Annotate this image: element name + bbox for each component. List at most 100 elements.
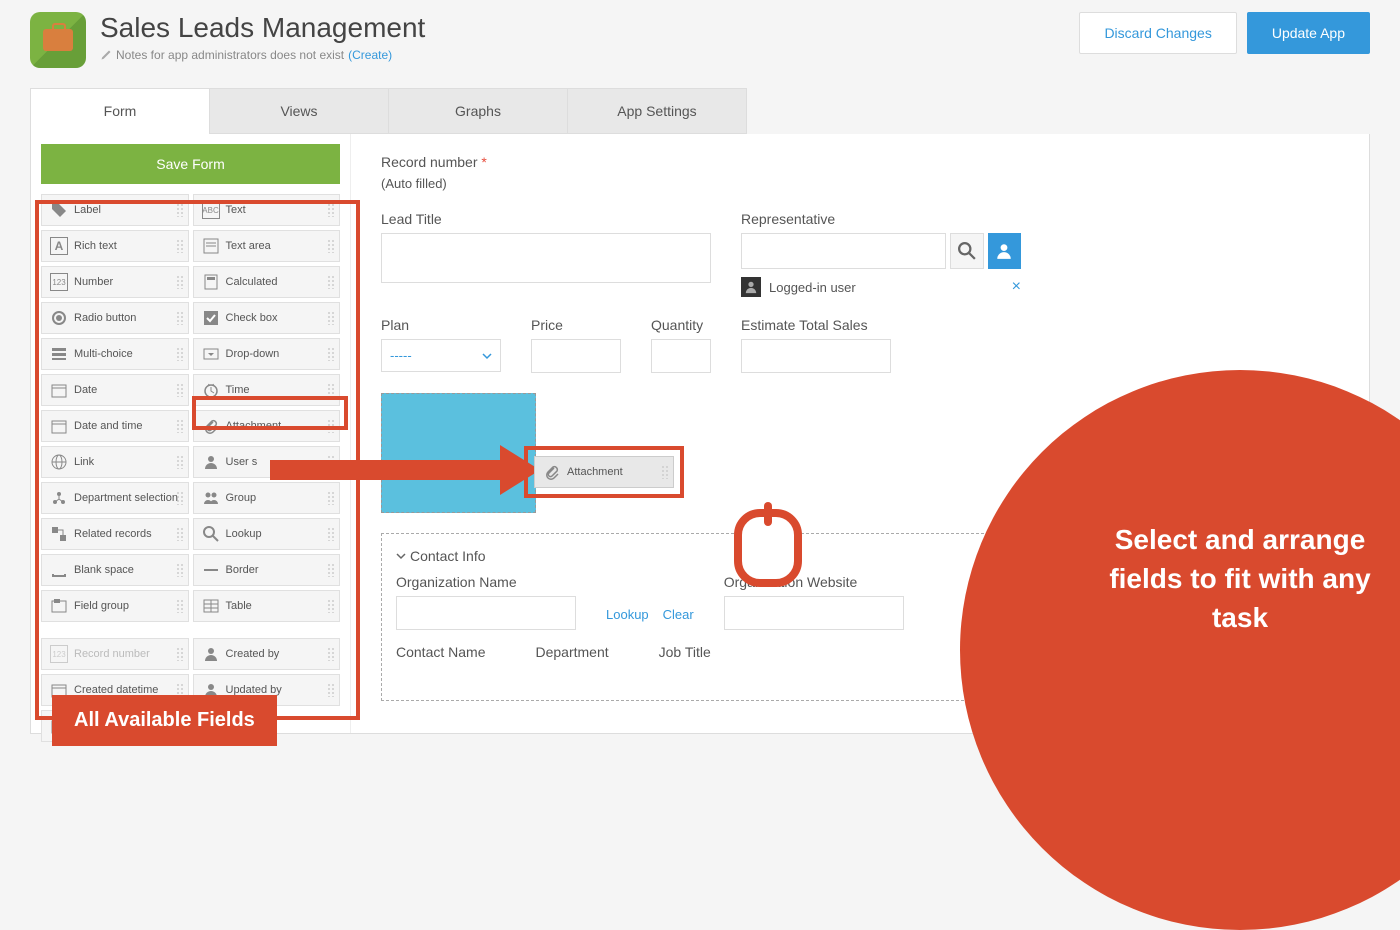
list-icon [50, 345, 68, 363]
dropzone[interactable] [381, 393, 536, 513]
update-app-button[interactable]: Update App [1247, 12, 1370, 54]
app-header: Sales Leads Management Notes for app adm… [0, 0, 1400, 88]
app-title-area: Sales Leads Management Notes for app adm… [100, 12, 425, 62]
representative-search-button[interactable] [950, 233, 983, 269]
price-input[interactable] [531, 339, 621, 373]
calendar-icon [50, 381, 68, 399]
123-icon: 123 [50, 645, 68, 663]
create-notes-link[interactable]: (Create) [348, 48, 392, 62]
clear-link[interactable]: Clear [663, 607, 694, 622]
field-text-area[interactable]: Text area [193, 230, 341, 262]
abc-icon: ABC [202, 201, 220, 219]
clock-icon [202, 381, 220, 399]
field-field-group[interactable]: Field group [41, 590, 189, 622]
related-icon [50, 525, 68, 543]
estimate-label: Estimate Total Sales [741, 317, 891, 333]
discard-button[interactable]: Discard Changes [1079, 12, 1236, 54]
app-subtitle: Notes for app administrators does not ex… [100, 48, 425, 62]
user-icon [202, 645, 220, 663]
org-name-input[interactable] [396, 596, 576, 630]
tab-app-settings[interactable]: App Settings [567, 88, 747, 134]
tab-graphs[interactable]: Graphs [388, 88, 568, 134]
header-actions: Discard Changes Update App [1079, 12, 1370, 54]
field-attachment[interactable]: Attachment [193, 410, 341, 442]
plan-select[interactable]: ----- [381, 339, 501, 372]
field-date[interactable]: Date [41, 374, 189, 406]
textarea-icon [202, 237, 220, 255]
paperclip-icon [202, 417, 220, 435]
tab-views[interactable]: Views [209, 88, 389, 134]
field-border[interactable]: Border [193, 554, 341, 586]
field-department-selection[interactable]: Department selection [41, 482, 189, 514]
123-icon: 123 [50, 273, 68, 291]
field-text[interactable]: ABCText [193, 194, 341, 226]
save-form-button[interactable]: Save Form [41, 144, 340, 184]
annotation-mouse-icon [728, 498, 808, 588]
quantity-label: Quantity [651, 317, 711, 333]
tab-form[interactable]: Form [30, 88, 210, 134]
field-blank-space[interactable]: Blank space [41, 554, 189, 586]
field-created-by[interactable]: Created by [193, 638, 341, 670]
chevron-down-icon [482, 351, 492, 361]
lookup-link[interactable]: Lookup [606, 607, 649, 622]
paperclip-icon [543, 463, 561, 481]
field-calculated[interactable]: Calculated [193, 266, 341, 298]
field-user-selection[interactable]: User s [193, 446, 341, 478]
tabs: Form Views Graphs App Settings [30, 88, 1370, 134]
logged-in-user-chip: Logged-in user × [741, 277, 1021, 297]
field-rich-text[interactable]: ARich text [41, 230, 189, 262]
annotation-fields-label: All Available Fields [52, 695, 277, 746]
tag-icon [50, 201, 68, 219]
representative-label: Representative [741, 211, 1021, 227]
annotation-dragged-field: Attachment [524, 446, 684, 498]
group-box-icon [50, 597, 68, 615]
estimate-input[interactable] [741, 339, 891, 373]
record-number-label: Record number * [381, 154, 1339, 170]
field-table[interactable]: Table [193, 590, 341, 622]
app-title: Sales Leads Management [100, 12, 425, 44]
field-checkbox[interactable]: Check box [193, 302, 341, 334]
field-palette-sidebar: Save Form Label ABCText ARich text Text … [31, 134, 351, 733]
field-related-records[interactable]: Related records [41, 518, 189, 550]
field-group-selection[interactable]: Group [193, 482, 341, 514]
field-palette: Label ABCText ARich text Text area 123Nu… [41, 194, 340, 742]
group-icon [202, 489, 220, 507]
remove-user-button[interactable]: × [1012, 278, 1021, 296]
border-icon [202, 561, 220, 579]
representative-input[interactable] [741, 233, 946, 269]
contact-name-label: Contact Name [396, 644, 485, 660]
price-label: Price [531, 317, 621, 333]
user-avatar-icon [741, 277, 761, 297]
a-icon: A [50, 237, 68, 255]
field-multi-choice[interactable]: Multi-choice [41, 338, 189, 370]
blank-icon [50, 561, 68, 579]
auto-filled-text: (Auto filled) [381, 176, 1339, 191]
field-time[interactable]: Time [193, 374, 341, 406]
calculator-icon [202, 273, 220, 291]
field-dropdown[interactable]: Drop-down [193, 338, 341, 370]
org-website-input[interactable] [724, 596, 904, 630]
table-icon [202, 597, 220, 615]
field-lookup[interactable]: Lookup [193, 518, 341, 550]
job-title-label: Job Title [659, 644, 711, 660]
field-label[interactable]: Label [41, 194, 189, 226]
calendar-clock-icon [50, 417, 68, 435]
field-radio-button[interactable]: Radio button [41, 302, 189, 334]
org-name-label: Organization Name [396, 574, 576, 590]
annotation-circle-text: Select and arrange fields to fit with an… [1080, 520, 1400, 638]
user-icon [995, 242, 1013, 260]
field-link[interactable]: Link [41, 446, 189, 478]
plan-label: Plan [381, 317, 501, 333]
globe-icon [50, 453, 68, 471]
field-date-and-time[interactable]: Date and time [41, 410, 189, 442]
search-icon [958, 242, 976, 260]
dropdown-icon [202, 345, 220, 363]
quantity-input[interactable] [651, 339, 711, 373]
field-number[interactable]: 123Number [41, 266, 189, 298]
lead-title-input[interactable] [381, 233, 711, 283]
field-record-number[interactable]: 123Record number [41, 638, 189, 670]
representative-user-button[interactable] [988, 233, 1021, 269]
org-icon [50, 489, 68, 507]
radio-icon [50, 309, 68, 327]
chevron-down-icon [396, 551, 406, 561]
